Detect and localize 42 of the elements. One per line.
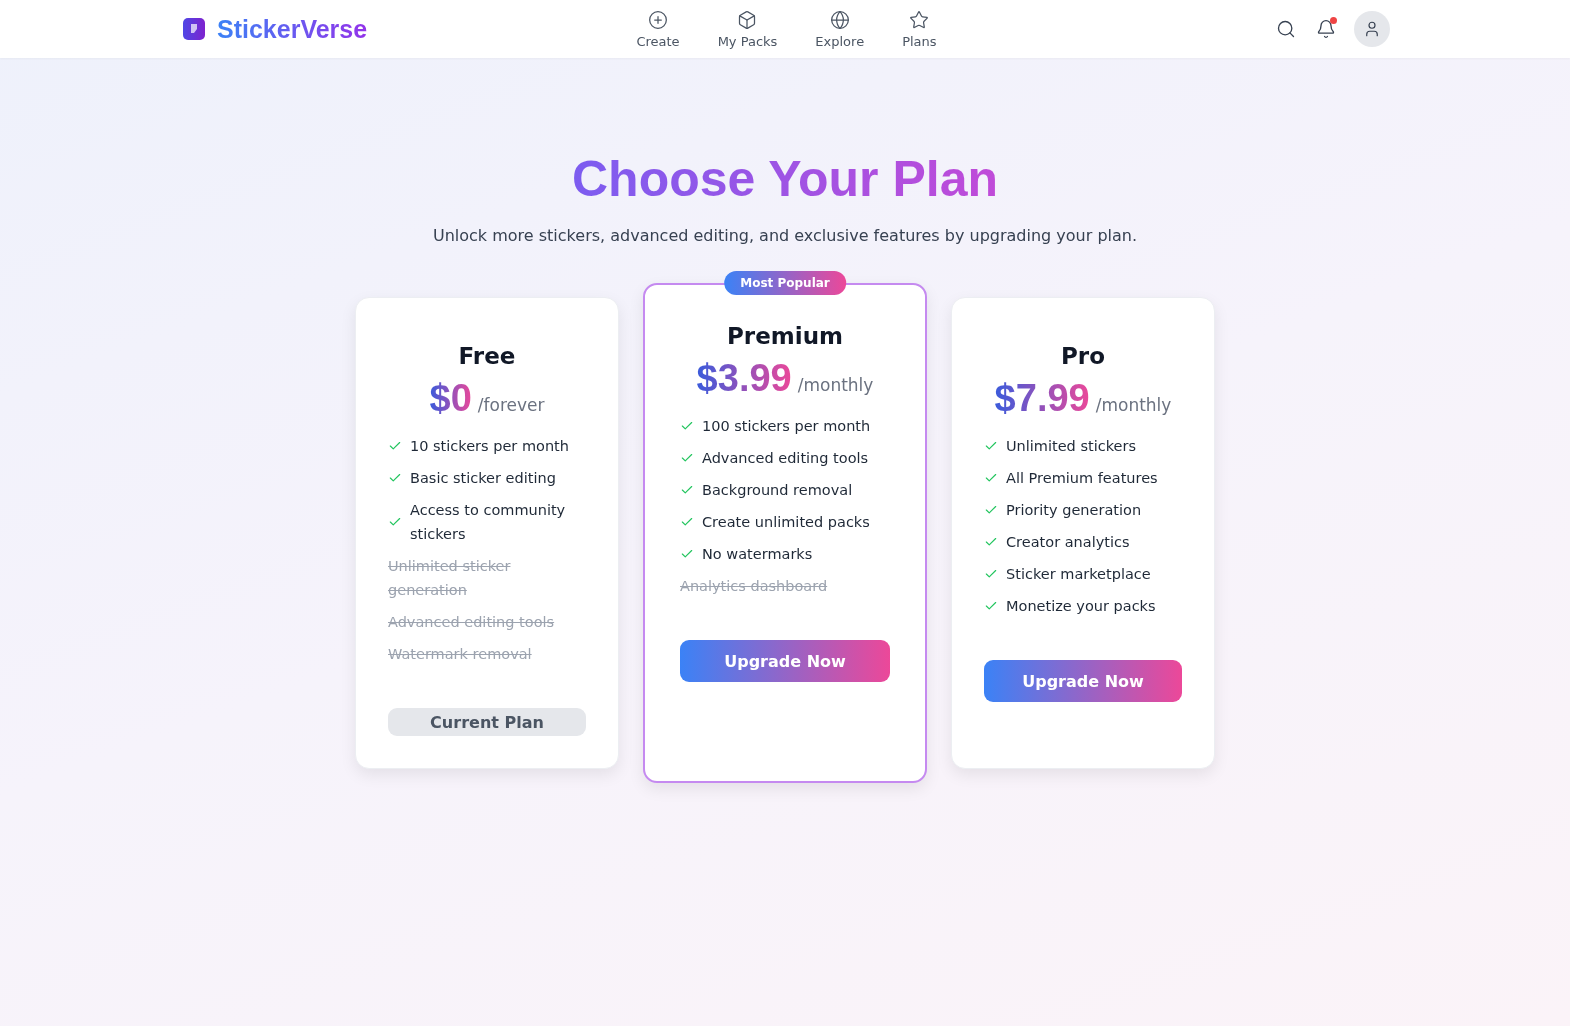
globe-icon	[829, 9, 850, 30]
price-period: /monthly	[797, 375, 874, 395]
nav-item[interactable]: Explore	[798, 9, 882, 49]
avatar-button[interactable]	[1354, 11, 1390, 47]
feature-text: Watermark removal	[388, 645, 532, 664]
feature-text: Create unlimited packs	[702, 513, 870, 532]
current-plan-button[interactable]: Current Plan	[388, 708, 586, 736]
feature-text: Monetize your packs	[1006, 597, 1156, 616]
upgrade-button[interactable]: Upgrade Now	[984, 660, 1182, 702]
bell-icon	[1316, 19, 1336, 39]
search-icon	[1276, 19, 1296, 39]
plus-circle-icon	[648, 9, 668, 30]
star-icon	[909, 9, 930, 30]
user-icon	[1363, 20, 1381, 38]
feature-text: No watermarks	[702, 545, 813, 564]
nav-item[interactable]: Plans	[885, 9, 954, 49]
price-period: /monthly	[1095, 395, 1172, 415]
feature-text: Sticker marketplace	[1006, 565, 1151, 584]
feature-text: Background removal	[702, 481, 853, 500]
plan-name: Pro	[1061, 343, 1105, 369]
plan-name: Free	[458, 343, 516, 369]
feature-text: 100 stickers per month	[702, 417, 871, 436]
logo-icon	[183, 18, 205, 40]
feature-text: Advanced editing tools	[388, 613, 555, 632]
feature-text: Unlimited stickers	[1006, 437, 1136, 456]
feature-text: Advanced editing tools	[702, 449, 869, 468]
upgrade-button[interactable]: Upgrade Now	[680, 640, 890, 682]
page-subtitle: Unlock more stickers, advanced editing, and exclusive features by upgrading your plan.	[432, 226, 1137, 245]
cube-icon	[737, 9, 758, 30]
feature-text: All Premium features	[1006, 469, 1158, 488]
feature-text: Priority generation	[1006, 501, 1142, 520]
feature-text: Analytics dashboard	[680, 577, 828, 596]
feature-text: Basic sticker editing	[410, 469, 556, 488]
nav-item[interactable]: Create	[619, 9, 697, 49]
nav-item[interactable]: My Packs	[700, 9, 795, 49]
price-period: /forever	[477, 395, 545, 415]
feature-text: 10 stickers per month	[410, 437, 569, 456]
feature-text: Unlimited sticker generation	[388, 557, 512, 600]
feature-text: Access to community stickers	[410, 501, 567, 544]
feature-text: Creator analytics	[1006, 533, 1130, 552]
plan-name: Premium	[727, 323, 843, 349]
popular-badge: Most Popular	[724, 271, 846, 295]
